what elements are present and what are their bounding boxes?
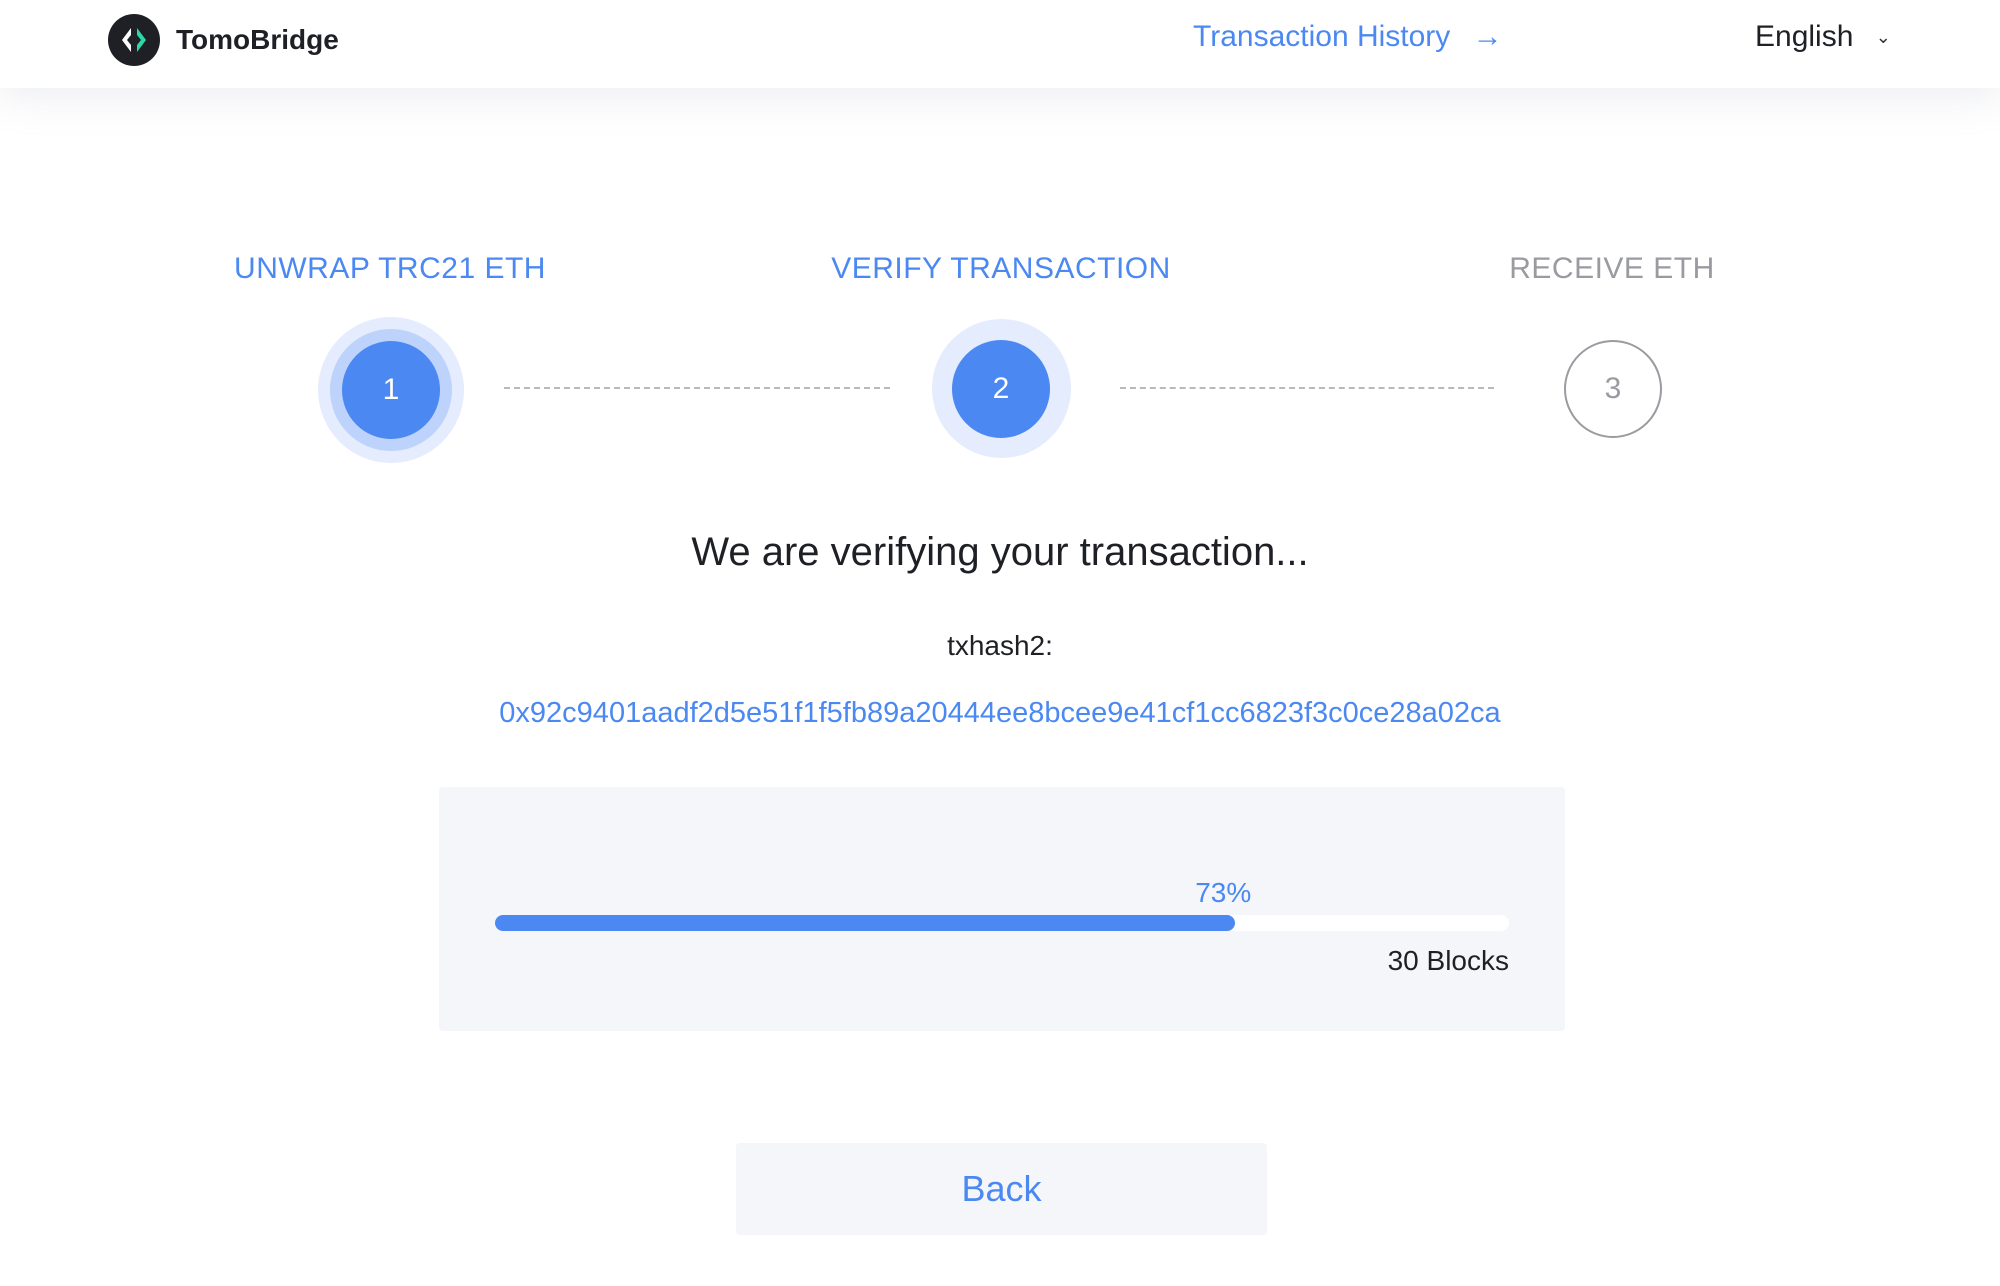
verifying-title: We are verifying your transaction... [691,530,1309,574]
language-selector[interactable]: English ⌄ [1755,20,1891,54]
step-connector-1 [504,387,890,389]
chevron-down-icon: ⌄ [1875,27,1891,47]
step-label-verify: VERIFY TRANSACTION [831,252,1171,285]
arrow-right-icon: → [1472,20,1503,53]
step-connector-2 [1120,387,1494,389]
tomobridge-logo-icon[interactable] [108,14,160,66]
transaction-history-link[interactable]: Transaction History → [1193,20,1503,54]
brand-name[interactable]: TomoBridge [176,24,339,56]
step-1-circle: 1 [342,341,440,439]
step-3-circle: 3 [1564,340,1662,438]
progress-track [495,915,1509,931]
progress-fill [495,915,1236,931]
step-2-circle: 2 [952,340,1050,438]
step-label-unwrap: UNWRAP TRC21 ETH [234,252,546,285]
back-button[interactable]: Back [736,1143,1267,1235]
confirmation-progress-card: 73% 30 Blocks [439,787,1565,1031]
progress-percent-label: 73% [1195,877,1252,908]
txhash-label: txhash2: [947,630,1053,661]
top-header: TomoBridge Transaction History → English… [0,0,2000,88]
blocks-count-label: 30 Blocks [1387,945,1509,976]
language-label: English [1755,20,1854,53]
txhash-link[interactable]: 0x92c9401aadf2d5e51f1f5fb89a20444ee8bcee… [0,697,2000,730]
step-label-receive: RECEIVE ETH [1509,252,1715,285]
transaction-history-label: Transaction History [1193,20,1451,53]
